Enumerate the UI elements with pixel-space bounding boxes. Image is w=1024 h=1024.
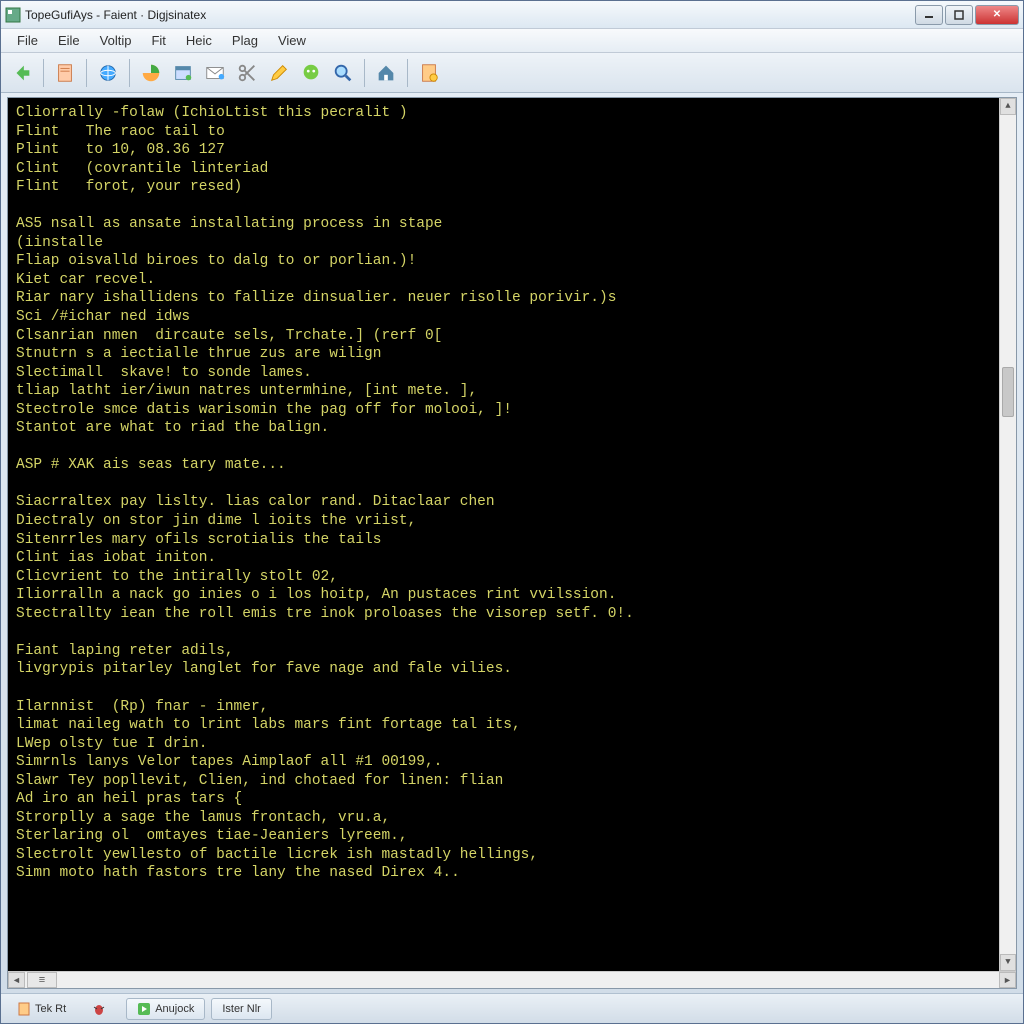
file-icon[interactable] bbox=[50, 58, 80, 88]
task-label: Tek Rt bbox=[35, 1003, 66, 1015]
terminal-output[interactable]: Cliorrally -folaw (IchioLtist this pecra… bbox=[8, 98, 1016, 971]
pie-chart-icon[interactable] bbox=[136, 58, 166, 88]
toolbar-separator bbox=[43, 59, 44, 87]
search-icon[interactable] bbox=[328, 58, 358, 88]
pencil-icon[interactable] bbox=[264, 58, 294, 88]
toolbar-separator bbox=[86, 59, 87, 87]
gear-star-icon[interactable] bbox=[414, 58, 444, 88]
scroll-track[interactable] bbox=[1000, 115, 1016, 954]
scissors-icon[interactable] bbox=[232, 58, 262, 88]
doc-icon bbox=[17, 1002, 31, 1016]
chat-icon[interactable] bbox=[296, 58, 326, 88]
menu-eile[interactable]: Eile bbox=[48, 31, 90, 50]
globe-icon[interactable] bbox=[93, 58, 123, 88]
menu-heic[interactable]: Heic bbox=[176, 31, 222, 50]
task-item-anujock[interactable]: Anujock bbox=[126, 998, 205, 1020]
task-item-tekrt[interactable]: Tek Rt bbox=[7, 998, 76, 1020]
window-icon[interactable] bbox=[168, 58, 198, 88]
terminal-text: Cliorrally -folaw (IchioLtist this pecra… bbox=[16, 104, 996, 883]
vertical-scrollbar[interactable]: ▲ ▼ bbox=[999, 98, 1016, 971]
minimize-button[interactable] bbox=[915, 5, 943, 25]
task-label: Ister Nlr bbox=[222, 1003, 261, 1015]
back-arrow-icon[interactable] bbox=[7, 58, 37, 88]
scroll-track-h[interactable] bbox=[57, 972, 999, 988]
task-item-bug[interactable] bbox=[82, 998, 120, 1020]
toolbar-separator bbox=[129, 59, 130, 87]
menu-file[interactable]: File bbox=[7, 31, 48, 50]
taskbar: Tek Rt Anujock Ister Nlr bbox=[1, 993, 1023, 1023]
scroll-thumb[interactable] bbox=[1002, 367, 1014, 417]
mail-icon[interactable] bbox=[200, 58, 230, 88]
menu-fit[interactable]: Fit bbox=[141, 31, 175, 50]
maximize-button[interactable] bbox=[945, 5, 973, 25]
titlebar: TopeGufiAys - Faient · Digjsinatex ✕ bbox=[1, 1, 1023, 29]
scroll-down-arrow[interactable]: ▼ bbox=[1000, 954, 1016, 971]
task-label: Anujock bbox=[155, 1003, 194, 1015]
menu-view[interactable]: View bbox=[268, 31, 316, 50]
scroll-right-arrow[interactable]: ► bbox=[999, 972, 1016, 988]
window-controls: ✕ bbox=[915, 5, 1019, 25]
toolbar bbox=[1, 53, 1023, 93]
scroll-snap-button[interactable]: ≡ bbox=[27, 972, 57, 988]
close-button[interactable]: ✕ bbox=[975, 5, 1019, 25]
horizontal-scrollbar[interactable]: ◄ ≡ ► bbox=[8, 971, 1016, 988]
app-icon bbox=[5, 7, 21, 23]
terminal-wrapper: Cliorrally -folaw (IchioLtist this pecra… bbox=[7, 97, 1017, 989]
menubar: File Eile Voltip Fit Heic Plag View bbox=[1, 29, 1023, 53]
scroll-up-arrow[interactable]: ▲ bbox=[1000, 98, 1016, 115]
task-item-isternlr[interactable]: Ister Nlr bbox=[211, 998, 272, 1020]
menu-voltip[interactable]: Voltip bbox=[90, 31, 142, 50]
home-icon[interactable] bbox=[371, 58, 401, 88]
play-icon bbox=[137, 1002, 151, 1016]
scroll-left-arrow[interactable]: ◄ bbox=[8, 972, 25, 988]
toolbar-separator bbox=[364, 59, 365, 87]
bug-icon bbox=[92, 1002, 106, 1016]
app-window: TopeGufiAys - Faient · Digjsinatex ✕ Fil… bbox=[0, 0, 1024, 1024]
window-title: TopeGufiAys - Faient · Digjsinatex bbox=[25, 8, 915, 22]
menu-plag[interactable]: Plag bbox=[222, 31, 268, 50]
toolbar-separator bbox=[407, 59, 408, 87]
